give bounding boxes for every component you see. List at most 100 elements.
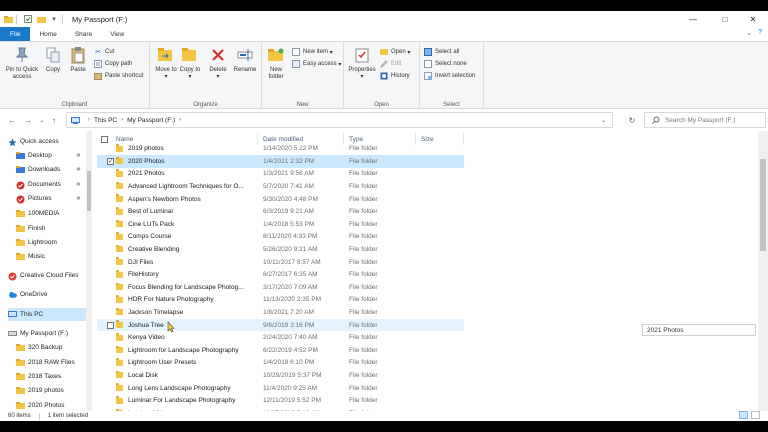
row-checkbox[interactable]: ✓	[107, 158, 114, 166]
organize-group-label: Organize	[193, 102, 218, 108]
nav-item[interactable]: Pictures ✲	[16, 192, 86, 205]
properties-quick-icon[interactable]	[23, 14, 33, 24]
file-type: File folder	[349, 384, 378, 392]
close-button[interactable]: ✕	[738, 11, 768, 27]
nav-item[interactable]: 2018 RAW Files	[16, 356, 86, 369]
breadcrumb-my-passport[interactable]: My Passport (F:)	[127, 117, 175, 124]
header-checkbox[interactable]	[101, 135, 108, 143]
file-list-scroll-thumb[interactable]	[760, 159, 766, 251]
file-row[interactable]: Kenya Video 2/24/2020 7:40 AM File folder	[97, 332, 464, 345]
file-row[interactable]: Cine LUTs Pack 1/4/2018 5:53 PM File folde…	[97, 218, 464, 231]
file-row[interactable]: Long Lens Landscape Photography 11/4/2020…	[97, 382, 464, 395]
file-row[interactable]: 2021 Photos 1/3/2021 9:56 AM File folder	[97, 168, 464, 181]
maximize-button[interactable]: □	[710, 11, 740, 27]
easy-access-button[interactable]: Easy access ▾	[292, 60, 341, 68]
recent-locations-icon[interactable]: ⌄	[36, 114, 48, 126]
address-dropdown-icon[interactable]: ⌄	[601, 117, 606, 124]
invert-selection-button[interactable]: Invert selection	[424, 72, 475, 80]
file-row[interactable]: Advanced Lightroom Techniques for O... 5/…	[97, 180, 464, 193]
paste-button[interactable]: Paste	[66, 46, 90, 74]
forward-arrow-icon[interactable]: →	[22, 114, 34, 126]
file-row[interactable]: Focus Blending for Landscape Photog... 3/…	[97, 281, 464, 294]
file-row[interactable]: Lightroom User Presets 1/4/2018 6:10 PM Fi…	[97, 357, 464, 370]
address-bar[interactable]: › This PC › My Passport (F:) › ⌄	[66, 112, 613, 128]
nav-item[interactable]: Creative Cloud Files	[8, 269, 92, 282]
file-row[interactable]: Joshua Tree 9/6/2019 3:16 PM File folder	[97, 318, 464, 332]
file-row[interactable]: DJI Files 10/11/2017 8:57 AM File folder	[97, 256, 464, 269]
help-icon[interactable]: ?	[758, 29, 762, 37]
nav-item[interactable]: Downloads ✲	[16, 163, 86, 176]
nav-item[interactable]: 320 Backup	[16, 341, 86, 354]
paste-shortcut-button[interactable]: Paste shortcut	[94, 72, 143, 80]
file-row[interactable]: Creative Blending 5/26/2020 9:21 AM File f…	[97, 243, 464, 256]
pin-to-quick-access-button[interactable]: Pin to Quick access	[3, 46, 41, 81]
open-button[interactable]: Open ▾	[380, 48, 410, 56]
file-row[interactable]: Aspen's Newborn Photos 9/30/2020 4:48 PM F…	[97, 193, 464, 206]
organize-group: Move to ▾ Copy to ▾ Delete ▾ Rename Orga…	[150, 42, 262, 110]
nav-pane-scroll-thumb[interactable]	[87, 171, 91, 211]
nav-item[interactable]: Quick access	[8, 135, 92, 148]
tab-file[interactable]: File	[0, 27, 31, 41]
select-group: Select all Select none Invert selection …	[420, 42, 484, 110]
refresh-icon[interactable]: ↻	[626, 114, 638, 126]
status-separator	[38, 412, 40, 420]
file-row[interactable]: FileHistory 8/27/2017 6:35 AM File folder	[97, 269, 464, 282]
tab-share[interactable]: Share	[66, 27, 101, 41]
file-row[interactable]: Local Disk 10/29/2019 5:37 PM File folder	[97, 369, 464, 382]
file-date-modified: 8/11/2020 4:33 PM	[263, 233, 318, 241]
nav-item[interactable]: 100MEDIA	[16, 207, 86, 220]
details-view-icon[interactable]	[739, 411, 748, 419]
nav-item[interactable]: 2018 Taxes	[16, 370, 86, 383]
chevron-down-icon: ▾	[216, 74, 220, 80]
copy-to-button[interactable]: Copy to ▾	[178, 46, 202, 81]
file-row[interactable]: ✓ 2020 Photos 1/4/2021 2:32 PM File folder	[97, 155, 464, 168]
file-row[interactable]: HDR For Nature Photography 11/13/2020 2:3…	[97, 294, 464, 307]
new-folder-quick-icon[interactable]	[36, 14, 46, 24]
nav-item[interactable]: Music	[16, 250, 86, 263]
nav-item[interactable]: Finish	[16, 222, 86, 235]
customize-quick-access-icon[interactable]: ▾	[49, 14, 59, 24]
file-name: Aspen's Newborn Photos	[128, 195, 201, 203]
window-title: My Passport (F:)	[72, 14, 128, 24]
tab-view[interactable]: View	[101, 27, 133, 41]
file-row[interactable]: 2019 photos 1/14/2020 5:22 PM File folder	[97, 143, 464, 156]
folder-icon	[116, 207, 123, 215]
file-type: File folder	[349, 296, 378, 304]
file-row[interactable]: Lightroom for Landscape Photography 6/22/…	[97, 344, 464, 357]
copy-button[interactable]: Copy	[42, 46, 64, 74]
large-icons-view-icon[interactable]	[751, 411, 760, 419]
new-folder-button[interactable]: New folder	[264, 46, 288, 81]
nav-item[interactable]: Documents ✲	[16, 178, 86, 191]
file-row[interactable]: Luminar For Landscape Photography 12/11/2…	[97, 395, 464, 408]
nav-item[interactable]: 2020 Photos	[16, 399, 86, 411]
minimize-button[interactable]: —	[678, 11, 708, 27]
select-none-button[interactable]: Select none	[424, 60, 467, 68]
select-all-button[interactable]: Select all	[424, 48, 459, 56]
search-box[interactable]: Search My Passport (F:)	[644, 112, 766, 128]
move-to-button[interactable]: Move to ▾	[154, 46, 178, 81]
edit-button[interactable]: Edit	[380, 60, 401, 68]
file-row[interactable]: Jackson Timelapse 1/8/2021 7:20 AM File fo…	[97, 306, 464, 319]
rename-button[interactable]: Rename	[232, 46, 258, 74]
cut-button[interactable]: ✂ Cut	[94, 48, 114, 56]
row-checkbox[interactable]	[107, 321, 114, 329]
minimize-ribbon-icon[interactable]: ⌄	[746, 29, 752, 37]
up-arrow-icon[interactable]: ↑	[48, 114, 60, 126]
nav-item[interactable]: This PC	[8, 308, 86, 321]
file-row[interactable]: Best of Luminar 6/3/2019 9:21 AM File fold…	[97, 206, 464, 219]
nav-item[interactable]: 2019 photos	[16, 384, 86, 397]
tab-home[interactable]: Home	[30, 27, 65, 41]
new-group-label: New	[296, 102, 309, 108]
nav-item[interactable]: Desktop ✲	[16, 149, 86, 162]
back-arrow-icon[interactable]: ←	[6, 114, 18, 126]
nav-item[interactable]: Lightroom	[16, 236, 86, 249]
new-item-button[interactable]: New item ▾	[292, 48, 333, 56]
nav-item[interactable]: My Passport (F:)	[8, 327, 92, 340]
file-row[interactable]: Comps Course 8/11/2020 4:33 PM File folder	[97, 231, 464, 244]
history-button[interactable]: History	[380, 72, 410, 80]
nav-item[interactable]: OneDrive	[8, 288, 92, 301]
breadcrumb-this-pc[interactable]: This PC	[94, 117, 117, 124]
copy-path-button[interactable]: Copy path	[94, 60, 132, 68]
properties-button[interactable]: Properties ▾	[346, 46, 378, 81]
delete-button[interactable]: Delete ▾	[206, 46, 230, 81]
